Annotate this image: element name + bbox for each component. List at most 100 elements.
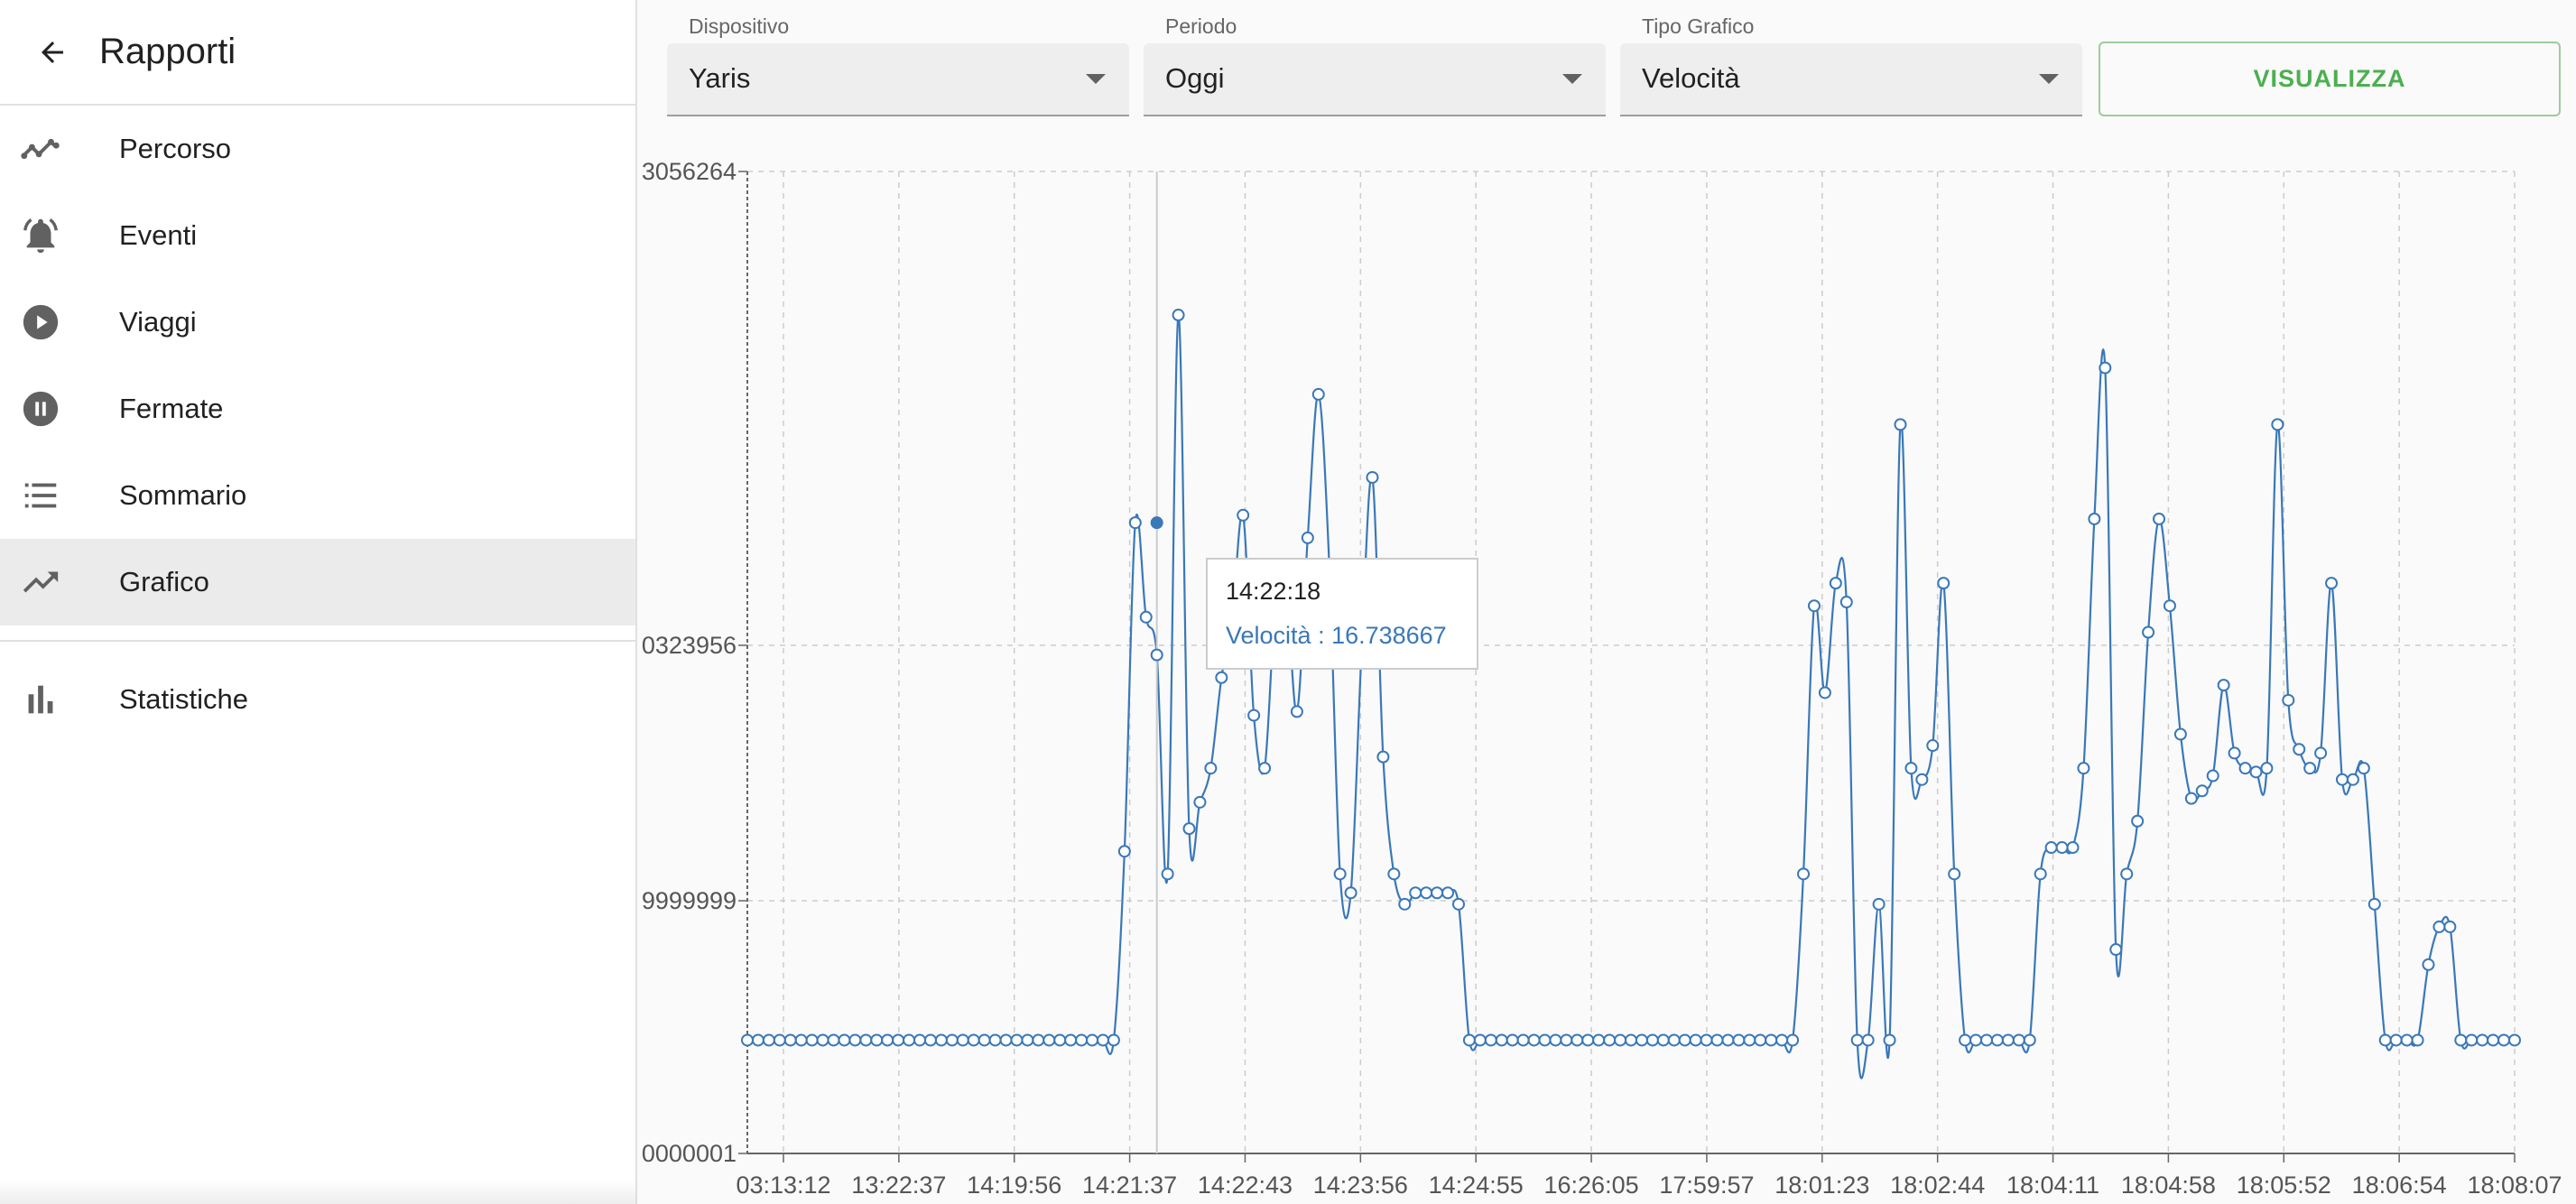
active-data-point: [1150, 516, 1163, 530]
y-tick-label: 3056264: [642, 158, 737, 185]
data-point: [2508, 1033, 2521, 1047]
data-point: [1904, 762, 1918, 775]
reports-menu: Percorso Eventi Viaggi Fermate Sommario …: [0, 106, 635, 743]
data-point: [2055, 841, 2069, 855]
data-point: [1451, 897, 1465, 911]
period-select-box[interactable]: Oggi: [1144, 43, 1606, 116]
data-point: [1732, 1033, 1746, 1047]
sidebar-item-percorso[interactable]: Percorso: [0, 106, 635, 192]
data-point: [783, 1033, 797, 1047]
data-point: [2314, 746, 2328, 760]
data-point: [1495, 1033, 1508, 1047]
data-point: [1872, 897, 1886, 911]
data-point: [1937, 577, 1951, 590]
x-tick-label: 16:26:05: [1544, 1172, 1639, 1199]
device-select-box[interactable]: Yaris: [667, 43, 1129, 116]
x-tick-label: 14:21:37: [1082, 1172, 1177, 1199]
data-point: [2346, 773, 2359, 786]
data-point: [2195, 784, 2209, 798]
device-select-value: Yaris: [689, 62, 751, 94]
back-arrow-icon[interactable]: [32, 32, 72, 72]
data-point: [2173, 727, 2187, 741]
play-circle-icon: [0, 301, 119, 343]
data-point: [1333, 867, 1347, 881]
data-point: [2454, 1033, 2468, 1047]
sidebar-item-viaggi[interactable]: Viaggi: [0, 279, 635, 366]
sidebar-item-eventi[interactable]: Eventi: [0, 192, 635, 279]
data-point: [945, 1033, 959, 1047]
data-point: [1075, 1033, 1089, 1047]
data-point: [2184, 792, 2198, 805]
period-select[interactable]: Periodo Oggi: [1144, 0, 1606, 117]
data-point: [1915, 773, 1929, 786]
data-point: [1161, 867, 1174, 881]
data-point: [2109, 943, 2123, 957]
x-tick-label: 18:04:58: [2121, 1172, 2216, 1199]
data-point: [2443, 920, 2457, 933]
data-point: [2465, 1033, 2479, 1047]
sidebar-item-grafico[interactable]: Grafico: [0, 539, 635, 625]
data-point: [1117, 845, 1131, 858]
speed-chart[interactable]: 3056264 0323956 9999999 0000001 03:13:12 13:2…: [639, 153, 2576, 1204]
data-point: [751, 1033, 764, 1047]
x-tick-label: 03:13:12: [736, 1172, 830, 1199]
x-tick-label: 18:01:23: [1774, 1172, 1869, 1199]
data-point: [1366, 470, 1379, 484]
data-point: [1032, 1033, 1045, 1047]
data-point: [2303, 762, 2317, 775]
data-point: [903, 1033, 916, 1047]
device-select[interactable]: Dispositivo Yaris: [667, 0, 1129, 117]
data-point: [2206, 769, 2219, 783]
tooltip-value: Velocità : 16.738667: [1226, 622, 1447, 649]
y-tick-label: 0323956: [642, 632, 737, 659]
data-point: [1258, 762, 1272, 775]
data-point: [1096, 1033, 1109, 1047]
show-button[interactable]: VISUALIZZA: [2099, 42, 2561, 116]
sidebar-item-label: Sommario: [119, 479, 247, 511]
data-point: [805, 1033, 819, 1047]
data-point: [1128, 516, 1142, 530]
page-title: Rapporti: [99, 32, 236, 71]
bar-chart-icon: [0, 679, 119, 720]
data-point: [1560, 1033, 1573, 1047]
data-point: [1656, 1033, 1670, 1047]
app-root: Rapporti Percorso Eventi Viaggi Fermate …: [0, 0, 2576, 1204]
x-tick-label: 14:22:43: [1198, 1172, 1293, 1199]
data-point: [1301, 531, 1314, 544]
sidebar-item-fermate[interactable]: Fermate: [0, 366, 635, 452]
data-point: [2357, 762, 2370, 775]
data-point: [2293, 743, 2306, 756]
x-tick-label: 14:24:55: [1429, 1172, 1524, 1199]
data-point: [1645, 1033, 1659, 1047]
dropdown-caret-icon: [2039, 74, 2059, 84]
x-tick-label: 18:04:11: [2006, 1172, 2099, 1199]
data-point: [848, 1033, 862, 1047]
data-point: [923, 1033, 937, 1047]
sidebar-item-label: Viaggi: [119, 306, 197, 338]
data-point: [2077, 762, 2090, 775]
device-select-label: Dispositivo: [689, 14, 790, 38]
data-point: [2088, 512, 2101, 525]
period-select-value: Oggi: [1165, 62, 1225, 94]
data-point: [2066, 841, 2080, 855]
data-point: [1700, 1033, 1713, 1047]
data-point: [1721, 1033, 1735, 1047]
data-point: [2335, 773, 2349, 786]
data-point: [2422, 958, 2435, 971]
sidebar-item-sommario[interactable]: Sommario: [0, 452, 635, 539]
data-point: [1021, 1033, 1034, 1047]
sidebar-item-statistiche[interactable]: Statistiche: [0, 656, 635, 743]
data-point: [1398, 897, 1412, 911]
y-tick-label: 0000001: [642, 1140, 737, 1167]
data-point: [2432, 920, 2446, 933]
data-point: [1150, 648, 1163, 662]
data-point: [2249, 765, 2263, 779]
data-point: [1376, 750, 1390, 764]
data-point: [1625, 1033, 1637, 1047]
chart-tooltip: 14:22:18 Velocità : 16.738667: [1206, 558, 1478, 670]
list-icon: [0, 475, 119, 516]
chart-type-select-box[interactable]: Velocità: [1620, 43, 2082, 116]
chart-type-select[interactable]: Tipo Grafico Velocità: [1620, 0, 2082, 117]
data-point: [2238, 762, 2252, 775]
data-point: [762, 1033, 775, 1047]
